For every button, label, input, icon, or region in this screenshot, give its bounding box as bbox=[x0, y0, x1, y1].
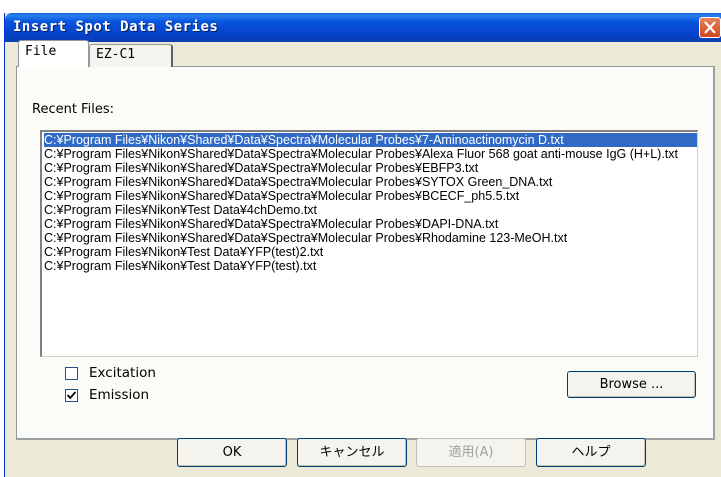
list-item[interactable]: C:¥Program Files¥Nikon¥Shared¥Data¥Spect… bbox=[44, 175, 697, 189]
window-title: Insert Spot Data Series bbox=[13, 19, 219, 35]
tab-ez-c1-label: EZ-C1 bbox=[96, 47, 136, 62]
excitation-label: Excitation bbox=[89, 365, 156, 381]
checkmark-icon bbox=[67, 391, 76, 400]
tab-file-label: File bbox=[25, 44, 57, 59]
help-button[interactable]: ヘルプ bbox=[536, 438, 646, 467]
list-item[interactable]: C:¥Program Files¥Nikon¥Shared¥Data¥Spect… bbox=[44, 189, 697, 203]
list-item[interactable]: C:¥Program Files¥Nikon¥Shared¥Data¥Spect… bbox=[44, 217, 697, 231]
tab-file[interactable]: File bbox=[18, 40, 89, 67]
close-button[interactable] bbox=[699, 17, 721, 38]
list-item[interactable]: C:¥Program Files¥Nikon¥Shared¥Data¥Spect… bbox=[44, 161, 697, 175]
list-item[interactable]: C:¥Program Files¥Nikon¥Test Data¥4chDemo… bbox=[44, 203, 617, 217]
list-item[interactable]: C:¥Program Files¥Nikon¥Shared¥Data¥Spect… bbox=[44, 231, 697, 245]
cancel-button[interactable]: キャンセル bbox=[297, 438, 407, 467]
tab-ez-c1[interactable]: EZ-C1 bbox=[89, 44, 173, 67]
list-item[interactable]: C:¥Program Files¥Nikon¥Test Data¥YFP(tes… bbox=[44, 245, 623, 259]
ok-button[interactable]: OK bbox=[177, 438, 287, 467]
list-item[interactable]: C:¥Program Files¥Nikon¥Shared¥Data¥Spect… bbox=[44, 133, 697, 147]
list-item[interactable]: C:¥Program Files¥Nikon¥Test Data¥YFP(tes… bbox=[44, 259, 616, 273]
excitation-checkbox[interactable] bbox=[65, 367, 78, 380]
emission-checkbox[interactable] bbox=[65, 389, 78, 402]
apply-button[interactable]: 適用(A) bbox=[416, 438, 526, 467]
browse-button[interactable]: Browse ... bbox=[567, 371, 696, 398]
list-item[interactable]: C:¥Program Files¥Nikon¥Shared¥Data¥Spect… bbox=[44, 147, 697, 161]
title-bar[interactable]: Insert Spot Data Series bbox=[5, 13, 721, 42]
recent-files-list[interactable]: C:¥Program Files¥Nikon¥Shared¥Data¥Spect… bbox=[40, 130, 698, 357]
recent-files-label: Recent Files: bbox=[32, 102, 114, 117]
emission-label: Emission bbox=[89, 387, 150, 403]
close-icon bbox=[704, 21, 716, 34]
